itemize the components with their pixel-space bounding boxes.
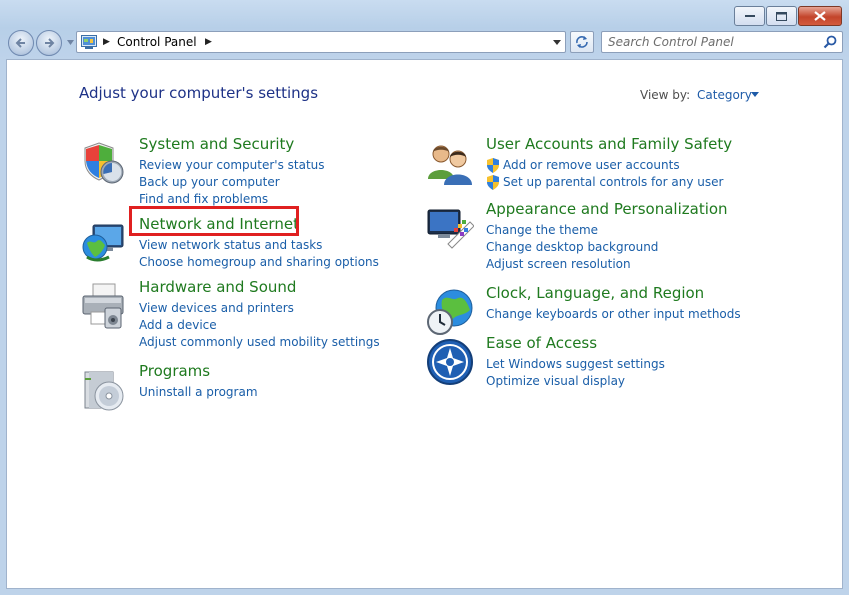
control-panel-icon <box>81 35 97 49</box>
users-icon[interactable] <box>426 139 474 187</box>
refresh-button[interactable] <box>570 31 594 53</box>
link-desktop-background[interactable]: Change desktop background <box>486 239 658 256</box>
window-frame: ▶ Control Panel ▶ Adjust your computer's… <box>0 0 849 595</box>
category-title[interactable]: Ease of Access <box>486 334 597 352</box>
maximize-button[interactable] <box>766 6 797 26</box>
breadcrumb-separator-icon[interactable]: ▶ <box>205 37 212 47</box>
category-title[interactable]: Programs <box>139 362 210 380</box>
link-change-theme[interactable]: Change the theme <box>486 222 658 239</box>
uac-shield-icon <box>487 175 499 190</box>
search-input[interactable] <box>608 34 816 50</box>
category-title[interactable]: Hardware and Sound <box>139 278 296 296</box>
link-mobility-settings[interactable]: Adjust commonly used mobility settings <box>139 334 380 351</box>
category-title[interactable]: Appearance and Personalization <box>486 200 728 218</box>
highlight-box <box>129 206 299 236</box>
view-by-chevron-down-icon[interactable] <box>751 92 759 97</box>
address-bar[interactable]: ▶ Control Panel ▶ <box>76 31 566 53</box>
back-button[interactable] <box>8 30 34 56</box>
link-text: Add or remove user accounts <box>503 158 680 172</box>
navigation-bar: ▶ Control Panel ▶ <box>6 30 843 56</box>
link-screen-resolution[interactable]: Adjust screen resolution <box>486 256 658 273</box>
link-text: Set up parental controls for any user <box>503 175 724 189</box>
content-pane: Adjust your computer's settings View by:… <box>6 59 843 589</box>
search-box[interactable] <box>601 31 843 53</box>
breadcrumb-control-panel[interactable]: Control Panel <box>117 35 197 49</box>
view-by-dropdown[interactable]: Category <box>697 88 752 102</box>
forward-button[interactable] <box>36 30 62 56</box>
ease-of-access-icon[interactable] <box>426 338 474 386</box>
search-icon[interactable] <box>823 35 837 49</box>
link-devices-printers[interactable]: View devices and printers <box>139 300 380 317</box>
uac-shield-icon <box>487 158 499 173</box>
address-dropdown-icon[interactable] <box>553 40 561 45</box>
link-add-remove-accounts[interactable]: Add or remove user accounts <box>486 157 723 174</box>
maximize-icon <box>776 11 787 21</box>
printer-icon[interactable] <box>79 282 127 330</box>
back-arrow-icon <box>15 38 25 48</box>
breadcrumb-separator-icon[interactable]: ▶ <box>103 37 110 47</box>
link-back-up[interactable]: Back up your computer <box>139 174 325 191</box>
clock-globe-icon[interactable] <box>426 288 474 336</box>
category-title[interactable]: System and Security <box>139 135 294 153</box>
close-icon <box>814 11 826 21</box>
view-by-label: View by: <box>640 88 691 102</box>
link-windows-suggest-settings[interactable]: Let Windows suggest settings <box>486 356 665 373</box>
link-parental-controls[interactable]: Set up parental controls for any user <box>486 174 723 191</box>
caption-buttons <box>734 6 842 26</box>
network-globe-icon[interactable] <box>79 219 127 267</box>
link-homegroup-sharing[interactable]: Choose homegroup and sharing options <box>139 254 379 271</box>
recent-pages-chevron-icon[interactable] <box>67 40 74 45</box>
forward-arrow-icon <box>45 38 55 48</box>
minimize-icon <box>744 15 755 17</box>
category-title[interactable]: Clock, Language, and Region <box>486 284 704 302</box>
monitor-palette-icon[interactable] <box>426 204 474 252</box>
page-title: Adjust your computer's settings <box>79 84 319 102</box>
close-button[interactable] <box>798 6 842 26</box>
programs-disc-icon[interactable] <box>79 366 127 414</box>
link-optimize-visual-display[interactable]: Optimize visual display <box>486 373 665 390</box>
link-uninstall-program[interactable]: Uninstall a program <box>139 384 258 401</box>
minimize-button[interactable] <box>734 6 765 26</box>
refresh-icon <box>576 36 588 48</box>
link-review-status[interactable]: Review your computer's status <box>139 157 325 174</box>
link-view-network-status[interactable]: View network status and tasks <box>139 237 379 254</box>
link-add-device[interactable]: Add a device <box>139 317 380 334</box>
category-title[interactable]: User Accounts and Family Safety <box>486 135 732 153</box>
link-keyboards-input[interactable]: Change keyboards or other input methods <box>486 306 741 323</box>
shield-icon[interactable] <box>79 139 127 187</box>
